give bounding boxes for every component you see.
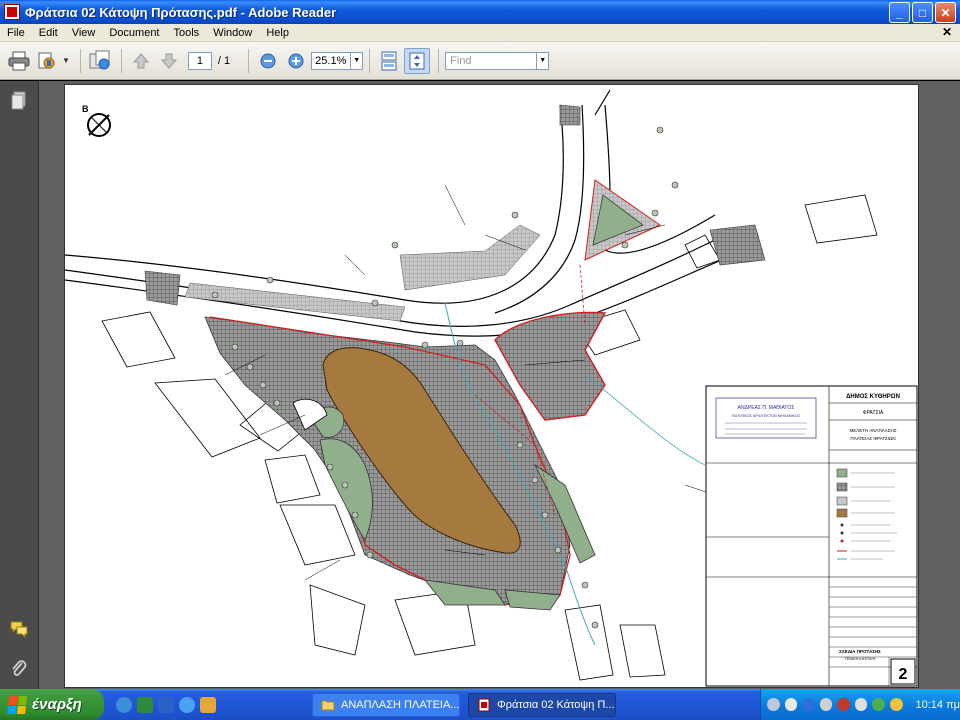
adobe-reader-window: Φράτσια 02 Κάτοψη Πρότασης.pdf - Adobe R… bbox=[0, 0, 960, 720]
taskbar-item-adobe-reader[interactable]: Φράτσια 02 Κάτοψη Π... bbox=[468, 692, 616, 717]
taskbar-item-folder[interactable]: ΑΝΑΠΛΑΣΗ ΠΛΑΤΕΙΑ... bbox=[312, 692, 460, 717]
document-view[interactable]: Β ΔΗΜΟΣ ΚΥΘΗΡΩΝ ΦΡΑΤΣΙΑ ΜΕΛΕΤΗ ΑΝΑΠΛΑΣΗΣ… bbox=[39, 81, 960, 689]
media-player-icon[interactable] bbox=[116, 696, 132, 713]
outlook-icon[interactable] bbox=[200, 696, 216, 713]
scroll-pages-icon bbox=[381, 51, 397, 70]
printer-icon bbox=[8, 51, 30, 70]
title-project-line1: ΜΕΛΕΤΗ ΑΝΑΠΛΑΣΗΣ bbox=[849, 428, 896, 433]
title-bar[interactable]: Φράτσια 02 Κάτοψη Πρότασης.pdf - Adobe R… bbox=[0, 0, 960, 24]
pdf-document-icon bbox=[4, 4, 20, 20]
bluetooth-icon[interactable] bbox=[802, 698, 815, 711]
document-close-button[interactable]: ✕ bbox=[942, 25, 952, 39]
quick-launch bbox=[116, 696, 216, 713]
attachments-panel-icon[interactable] bbox=[9, 659, 29, 679]
page-total-label: / 1 bbox=[217, 54, 231, 67]
folder-icon bbox=[321, 700, 335, 710]
zoom-level-input[interactable]: 25.1% bbox=[311, 51, 352, 70]
zoom-out-icon bbox=[260, 53, 276, 68]
power-icon[interactable] bbox=[889, 698, 903, 711]
security-icon[interactable] bbox=[837, 698, 850, 711]
toolbar: ▼ 1 / 1 25.1% ▼ Find ▼ bbox=[0, 42, 960, 80]
organizer-button[interactable] bbox=[34, 48, 60, 74]
maximize-button[interactable]: □ bbox=[912, 2, 933, 23]
designer-title: ΠΟΛΙΤΙΚΟΣ ΑΡΧΙΤΕΚΤΩΝ ΜΗΧΑΝΙΚΟΣ bbox=[732, 414, 801, 418]
paved-sidewalk bbox=[559, 104, 581, 126]
scrolling-mode-button[interactable] bbox=[376, 48, 402, 74]
north-arrow-icon bbox=[87, 113, 111, 137]
windows-logo-icon bbox=[7, 695, 27, 714]
sheet-title-line1: ΣΧΕΔΙΑ ΠΡΟΤΑΣΗΣ bbox=[839, 649, 881, 654]
menu-bar: File Edit View Document Tools Window Hel… bbox=[0, 24, 960, 42]
organizer-icon bbox=[38, 52, 55, 68]
title-place: ΦΡΑΤΣΙΑ bbox=[863, 410, 884, 416]
comments-panel-icon[interactable] bbox=[9, 619, 29, 639]
usb-device-icon[interactable] bbox=[854, 698, 868, 711]
zoom-dropdown-icon[interactable]: ▼ bbox=[351, 51, 364, 70]
menu-edit[interactable]: Edit bbox=[32, 27, 65, 39]
toolbar-separator bbox=[369, 48, 371, 73]
menu-view[interactable]: View bbox=[65, 27, 103, 39]
north-label: Β bbox=[82, 104, 89, 114]
pdf-document-icon bbox=[478, 698, 490, 711]
close-button[interactable]: ✕ bbox=[935, 2, 956, 23]
fit-window-button[interactable] bbox=[404, 47, 431, 74]
title-project-line2: ΠΛΑΤΕΙΑΣ ΦΡΑΤΣΙΩΝ bbox=[850, 436, 895, 441]
zoom-in-icon bbox=[288, 53, 304, 68]
arrow-up-icon bbox=[132, 52, 150, 68]
start-button[interactable]: έναρξη bbox=[0, 689, 104, 720]
excel-icon[interactable] bbox=[137, 696, 153, 713]
collaborate-icon bbox=[89, 50, 110, 69]
find-input[interactable]: Find bbox=[445, 51, 538, 70]
menu-tools[interactable]: Tools bbox=[167, 27, 207, 39]
sheet-title-line2: ΓΕΝΙΚΗ ΚΑΤΟΨΗ bbox=[845, 657, 876, 661]
internet-explorer-icon[interactable] bbox=[179, 696, 195, 713]
taskbar-item-label: Φράτσια 02 Κάτοψη Π... bbox=[497, 698, 615, 711]
find-dropdown-icon[interactable]: ▼ bbox=[537, 51, 550, 70]
pdf-page: Β ΔΗΜΟΣ ΚΥΘΗΡΩΝ ΦΡΑΤΣΙΑ ΜΕΛΕΤΗ ΑΝΑΠΛΑΣΗΣ… bbox=[64, 84, 919, 688]
toolbar-separator bbox=[248, 48, 250, 73]
organizer-dropdown-icon[interactable]: ▼ bbox=[62, 56, 70, 65]
zoom-in-button[interactable] bbox=[283, 48, 309, 74]
toolbar-separator bbox=[438, 48, 440, 73]
paved-sidewalk bbox=[709, 224, 766, 266]
window-title: Φράτσια 02 Κάτοψη Πρότασης.pdf - Adobe R… bbox=[25, 4, 337, 20]
taskbar: έναρξη ΑΝΑΠΛΑΣΗ ΠΛΑΤΕΙΑ... Φράτσια 02 Κά… bbox=[0, 689, 960, 720]
paved-sidewalk bbox=[144, 270, 181, 306]
menu-window[interactable]: Window bbox=[206, 27, 259, 39]
system-tray: 10:14 πμ bbox=[760, 689, 960, 720]
site-plan-drawing: Β ΔΗΜΟΣ ΚΥΘΗΡΩΝ ΦΡΑΤΣΙΑ ΜΕΛΕΤΗ ΑΝΑΠΛΑΣΗΣ… bbox=[65, 89, 918, 687]
designer-name: ΑΝΔΡΕΑΣ Π. ΜΑΘΙΑΤΟΣ bbox=[738, 405, 795, 411]
fit-page-icon bbox=[409, 52, 425, 69]
minimize-button[interactable]: _ bbox=[889, 2, 910, 23]
update-icon[interactable] bbox=[872, 698, 885, 711]
menu-file[interactable]: File bbox=[0, 27, 32, 39]
toolbar-separator bbox=[79, 48, 81, 73]
menu-help[interactable]: Help bbox=[259, 27, 296, 39]
word-icon[interactable] bbox=[158, 696, 174, 713]
toolbar-separator bbox=[120, 48, 122, 73]
volume-icon[interactable] bbox=[819, 698, 833, 711]
start-label: έναρξη bbox=[32, 696, 82, 713]
taskbar-item-label: ΑΝΑΠΛΑΣΗ ΠΛΑΤΕΙΑ... bbox=[341, 698, 460, 711]
next-page-button[interactable] bbox=[156, 48, 182, 74]
page-number-input[interactable]: 1 bbox=[187, 51, 212, 70]
zoom-out-button[interactable] bbox=[255, 48, 281, 74]
print-button[interactable] bbox=[6, 48, 32, 74]
clock[interactable]: 10:14 πμ bbox=[916, 699, 960, 711]
menu-document[interactable]: Document bbox=[102, 27, 166, 39]
road-paving-corner bbox=[399, 224, 541, 291]
collaborate-button[interactable] bbox=[87, 48, 113, 74]
previous-page-button[interactable] bbox=[128, 48, 154, 74]
title-client: ΔΗΜΟΣ ΚΥΘΗΡΩΝ bbox=[846, 394, 900, 400]
keyboard-icon[interactable] bbox=[767, 698, 780, 711]
arrow-down-icon bbox=[160, 53, 178, 69]
network-icon[interactable] bbox=[784, 698, 798, 711]
pages-panel-icon[interactable] bbox=[9, 91, 29, 111]
navigation-pane bbox=[0, 81, 39, 689]
sheet-number: 2 bbox=[899, 666, 908, 683]
